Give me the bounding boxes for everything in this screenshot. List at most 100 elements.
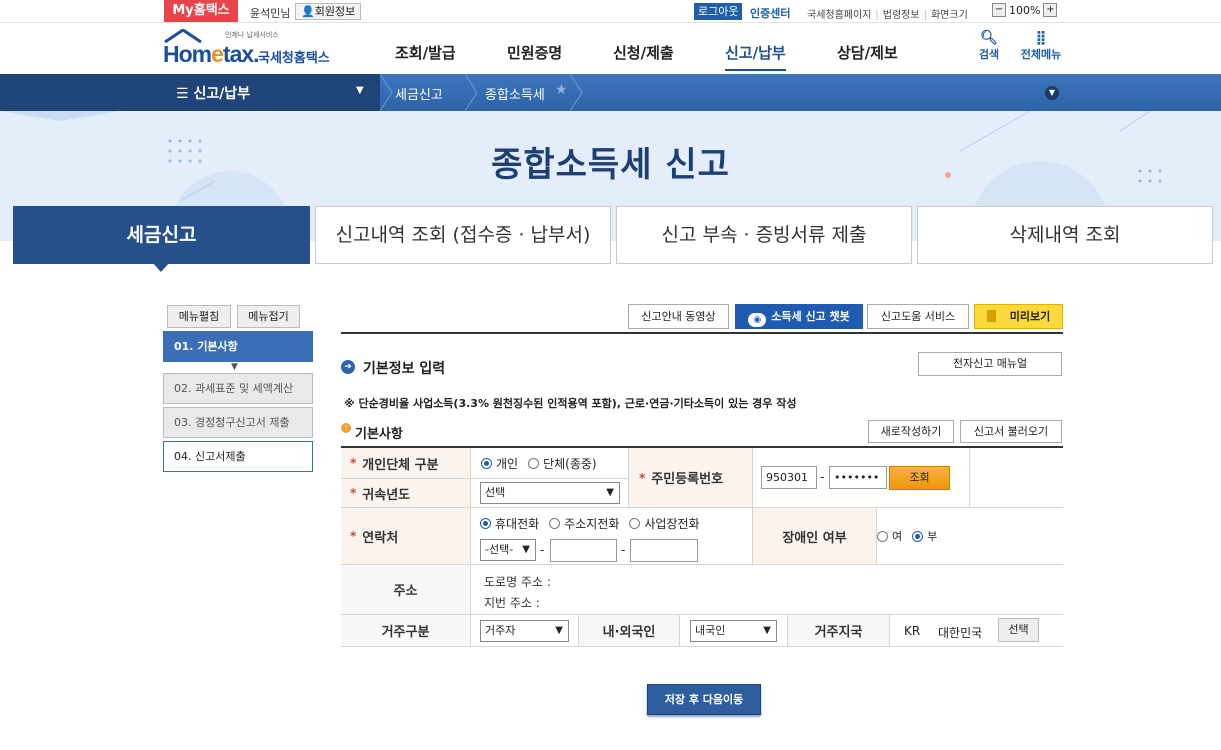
subsection-title: 기본사항: [355, 427, 403, 442]
e-filing-manual-button[interactable]: 전자신고 매뉴얼: [918, 352, 1062, 376]
zoom-level: 100%: [1009, 3, 1041, 17]
chevron-down-icon[interactable]: ▼: [1045, 86, 1059, 100]
lot-address-label: 지번 주소 :: [484, 596, 540, 610]
breadcrumb-menu-label: 신고/납부: [193, 86, 251, 102]
person-icon: 👤: [301, 5, 315, 18]
save-next-button[interactable]: 저장 후 다음이동: [647, 684, 761, 715]
menu-collapse-button[interactable]: 메뉴접기: [237, 305, 300, 328]
country-cell: KR 대한민국 선택: [890, 615, 1063, 647]
disabled-no-label: 부: [927, 530, 938, 543]
step-basic-info[interactable]: 01. 기본사항: [163, 331, 313, 362]
year-cell: 선택 ▼: [471, 479, 629, 508]
contact-options: 휴대전화 주소지전화 사업장전화: [480, 515, 700, 532]
tab-tax-report[interactable]: 세금신고: [13, 206, 310, 264]
group-radio[interactable]: [528, 457, 540, 469]
cert-center-link[interactable]: 인증센터: [750, 5, 790, 21]
breadcrumb-menu[interactable]: ☰ 신고/납부: [176, 83, 250, 103]
work-phone-radio[interactable]: [629, 518, 641, 529]
gnav-application[interactable]: 신청/제출: [613, 42, 674, 63]
nationality-label: 내·외국인: [579, 615, 680, 647]
rrn-back-input[interactable]: •••••••: [829, 466, 887, 489]
search-button[interactable]: 🔍︎ 검색: [964, 30, 1014, 62]
type-label: * 개인단체 구분: [341, 448, 471, 479]
breadcrumb-income-tax[interactable]: 종합소득세: [485, 84, 545, 103]
chatbot-button[interactable]: ◉ 소득세 신고 챗봇: [735, 304, 863, 329]
preview-label: 미리보기: [1009, 310, 1051, 323]
disabled-yes-label: 여: [892, 530, 903, 543]
mobile-label: 휴대전화: [495, 517, 540, 531]
road-address-label: 도로명 주소 :: [484, 575, 551, 589]
year-select[interactable]: 선택 ▼: [480, 482, 620, 504]
preview-button[interactable]: 미리보기: [974, 304, 1063, 329]
contact-label: * 연락처: [341, 508, 471, 565]
phone-prefix-select[interactable]: -선택- ▼: [480, 539, 536, 561]
chatbot-label: 소득세 신고 챗봇: [771, 310, 850, 323]
phone-last-input[interactable]: [630, 539, 698, 562]
contact-cell: 휴대전화 주소지전화 사업장전화 -선택- ▼ - -: [471, 508, 753, 565]
disabled-no-radio[interactable]: [912, 530, 924, 542]
zoom-control: − 100% +: [992, 3, 1058, 17]
document-icon: [986, 310, 996, 322]
header: 언제나 납세서비스 Hometax. 국세청홈택스 조회/발급 민원증명 신청/…: [0, 23, 1221, 74]
step-correction-claim[interactable]: 03. 경정청구신고서 제출: [163, 407, 313, 438]
all-menu-label: 전체메뉴: [1020, 48, 1062, 61]
law-info-link[interactable]: 법령정보: [883, 10, 920, 21]
country-name: 대한민국: [938, 626, 983, 640]
gnav-certificates[interactable]: 민원증명: [507, 42, 562, 63]
all-menu-button[interactable]: ⣿ 전체메뉴: [1015, 30, 1067, 62]
breadcrumb-tax-report[interactable]: 세금신고: [395, 84, 443, 103]
hometax-logo[interactable]: 언제나 납세서비스 Hometax. 국세청홈택스: [163, 29, 333, 71]
home-phone-radio[interactable]: [549, 518, 561, 529]
gnav-consult[interactable]: 상담/제보: [837, 42, 898, 63]
nationality-select[interactable]: 내국인 ▼: [690, 620, 777, 642]
my-hometax-button[interactable]: My홈택스: [164, 0, 238, 22]
nationality-cell: 내국인 ▼: [680, 615, 788, 647]
star-icon[interactable]: ★: [555, 82, 568, 98]
guide-video-button[interactable]: 신고안내 동영상: [628, 304, 729, 329]
country-label: 거주지국: [788, 615, 890, 647]
chevron-down-icon: ▼: [606, 487, 614, 498]
step-arrow-icon: ▼: [231, 362, 238, 372]
gnav-inquiry[interactable]: 조회/발급: [395, 42, 456, 63]
address-label: 주소: [341, 565, 471, 615]
tab-report-history[interactable]: 신고내역 조회 (접수증 · 납부서): [315, 206, 611, 264]
search-icon: 🔍︎: [980, 30, 998, 46]
gnav-report-payment[interactable]: 신고/납부: [725, 42, 786, 71]
bullet-icon: !: [341, 423, 351, 433]
phone-middle-input[interactable]: [550, 539, 617, 562]
chevron-separator-icon: [570, 74, 583, 111]
nts-homepage-link[interactable]: 국세청홈페이지: [807, 10, 871, 21]
help-service-button[interactable]: 신고도움 서비스: [867, 304, 969, 329]
zoom-in-button[interactable]: +: [1043, 3, 1058, 17]
chatbot-icon: ◉: [748, 313, 767, 327]
address-cell: 도로명 주소 : 지번 주소 :: [471, 565, 1063, 615]
zoom-out-button[interactable]: −: [992, 3, 1006, 17]
breadcrumb: ☰ 신고/납부 ▼ 세금신고 종합소득세 ★ ▼: [0, 74, 1221, 111]
member-info-label: 회원정보: [314, 5, 356, 18]
new-write-button[interactable]: 새로작성하기: [868, 420, 954, 443]
tab-attachments[interactable]: 신고 부속 · 증빙서류 제출: [616, 206, 912, 264]
rrn-cell: 950301 - ••••••• 조회: [753, 448, 970, 508]
mobile-radio[interactable]: [480, 518, 491, 529]
logo-tagline: 언제나 납세서비스: [225, 31, 279, 39]
tab-deleted-history[interactable]: 삭제내역 조회: [917, 206, 1213, 264]
disabled-yes-radio[interactable]: [877, 530, 888, 542]
logout-button[interactable]: 로그아웃: [694, 3, 743, 20]
residence-select[interactable]: 거주자 ▼: [480, 620, 569, 642]
notice-text: ※ 단순경비율 사업소득(3.3% 원천징수된 인적용역 포함), 근로·연금·…: [344, 397, 797, 410]
phone-dash: -: [621, 543, 626, 557]
rrn-front-input[interactable]: 950301: [761, 466, 817, 489]
step-submit[interactable]: 04. 신고서제출: [163, 441, 313, 472]
load-report-button[interactable]: 신고서 불러오기: [960, 420, 1062, 443]
menu-expand-button[interactable]: 메뉴펼침: [167, 305, 231, 328]
phone-dash: -: [540, 543, 545, 557]
caret-down-icon[interactable]: ▼: [356, 85, 364, 96]
country-select-button[interactable]: 선택: [998, 618, 1039, 642]
individual-radio[interactable]: [481, 457, 492, 469]
disabled-label: 장애인 여부: [753, 508, 877, 565]
step-tax-calc[interactable]: 02. 과세표준 및 세액계산: [163, 373, 313, 404]
year-label: * 귀속년도: [341, 479, 471, 508]
member-info-button[interactable]: 👤회원정보: [295, 3, 362, 20]
hamburger-icon: ☰: [176, 86, 194, 102]
rrn-lookup-button[interactable]: 조회: [889, 466, 950, 490]
